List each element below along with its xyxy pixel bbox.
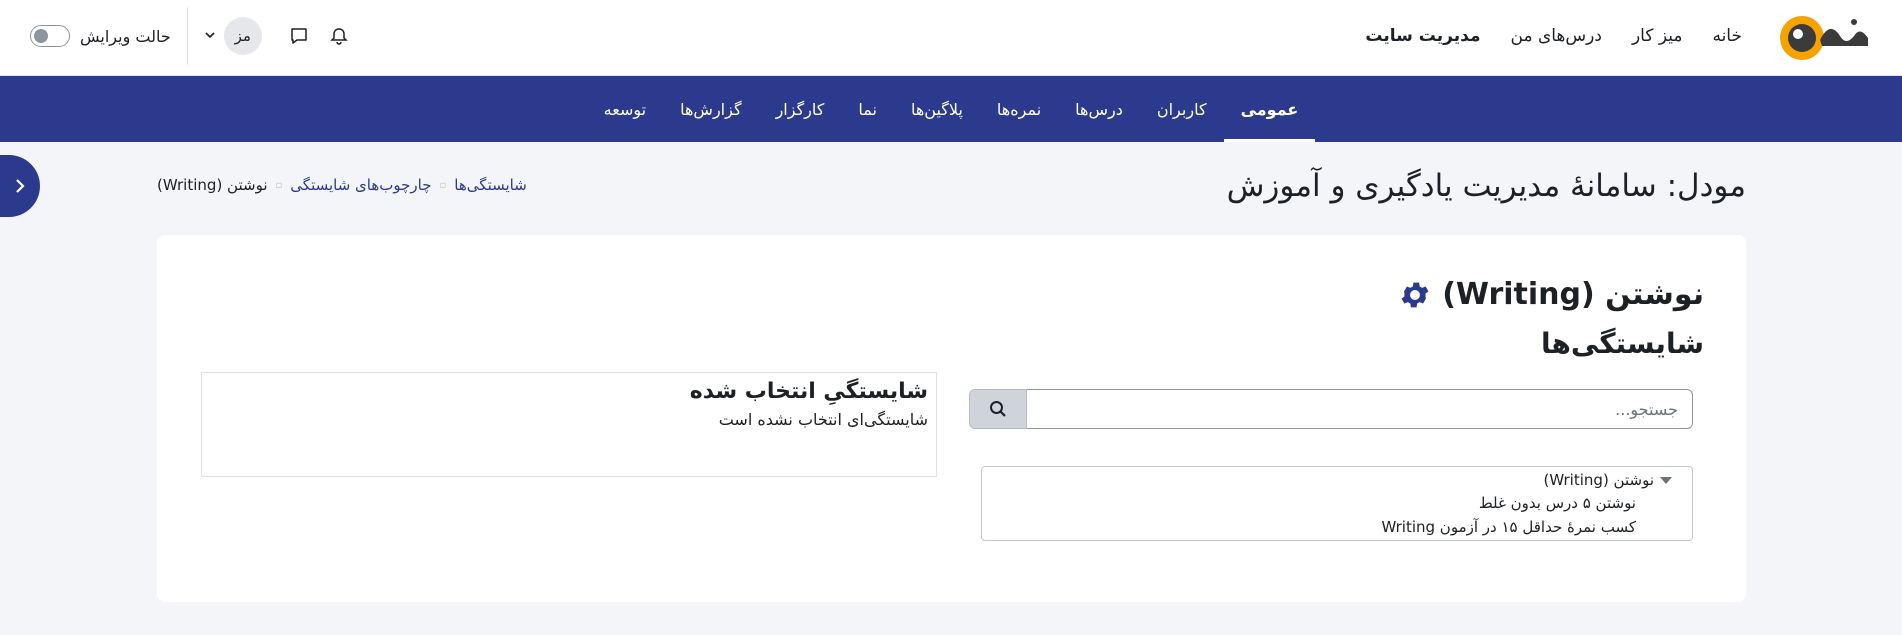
- search-group: [969, 389, 1693, 429]
- breadcrumb-competencies[interactable]: شایستگی‌ها: [454, 176, 527, 194]
- site-logo[interactable]: [1776, 10, 1874, 64]
- tab-plugins[interactable]: پلاگین‌ها: [894, 76, 980, 142]
- section-title: شایستگی‌ها: [1540, 327, 1704, 360]
- user-menu[interactable]: مز: [204, 17, 262, 55]
- breadcrumb-separator: ▫: [275, 179, 283, 191]
- chevron-right-icon: [16, 179, 25, 193]
- tab-development[interactable]: توسعه: [587, 76, 663, 142]
- caret-down-icon[interactable]: [1660, 476, 1672, 484]
- tab-server[interactable]: کارگزار: [759, 76, 842, 142]
- tree-root-label: نوشتن (Writing): [1543, 471, 1655, 489]
- avatar[interactable]: مز: [223, 17, 262, 55]
- tree-item[interactable]: کسب نمرهٔ حداقل ۱۵ در آزمون Writing: [982, 515, 1672, 539]
- nav-dashboard[interactable]: میز کار: [1632, 26, 1683, 46]
- top-navbar: خانه میز کار درس‌های من مدیریت سایت حالت…: [0, 0, 1902, 76]
- nav-home[interactable]: خانه: [1712, 26, 1742, 46]
- secondary-navigation: عمومی کاربران درس‌ها نمره‌ها پلاگین‌ها ن…: [0, 76, 1902, 142]
- chevron-down-icon: [204, 29, 216, 44]
- user-tools: حالت ویرایش مز: [30, 0, 350, 72]
- framework-title: نوشتن (Writing): [1442, 277, 1704, 312]
- primary-navigation: خانه میز کار درس‌های من مدیریت سایت: [1365, 0, 1742, 72]
- breadcrumb: شایستگی‌ها ▫ چارچوب‌های شایستگی ▫ نوشتن …: [157, 176, 527, 194]
- selected-competency-heading: شایستگیِ انتخاب شده: [689, 379, 928, 404]
- search-input[interactable]: [1027, 389, 1693, 429]
- edit-mode-switch[interactable]: [30, 25, 70, 47]
- drawer-toggle-button[interactable]: [0, 155, 40, 217]
- message-icon[interactable]: [288, 25, 310, 47]
- search-button[interactable]: [969, 389, 1027, 429]
- tab-grades[interactable]: نمره‌ها: [980, 76, 1058, 142]
- page-title: مودل: سامانهٔ مدیریت یادگیری و آموزش: [1226, 168, 1746, 204]
- tree-item[interactable]: نوشتن ۵ درس بدون غلط: [982, 491, 1672, 515]
- bell-icon[interactable]: [328, 25, 350, 47]
- breadcrumb-frameworks[interactable]: چارچوب‌های شایستگی: [290, 176, 431, 194]
- competency-tree: نوشتن (Writing) نوشتن ۵ درس بدون غلط کسب…: [981, 466, 1693, 541]
- tab-courses[interactable]: درس‌ها: [1058, 76, 1140, 142]
- framework-heading: نوشتن (Writing): [1398, 277, 1704, 312]
- tab-general[interactable]: عمومی: [1223, 76, 1316, 142]
- tree-item-label: کسب نمرهٔ حداقل ۱۵ در آزمون Writing: [1381, 518, 1636, 536]
- selected-competency-panel: شایستگیِ انتخاب شده شایستگی‌ای انتخاب نش…: [201, 372, 937, 477]
- tab-users[interactable]: کاربران: [1140, 76, 1224, 142]
- breadcrumb-separator: ▫: [439, 179, 447, 191]
- nav-site-admin[interactable]: مدیریت سایت: [1365, 26, 1480, 46]
- nav-my-courses[interactable]: درس‌های من: [1511, 26, 1602, 46]
- navbar-divider: [186, 7, 188, 65]
- selected-competency-empty-text: شایستگی‌ای انتخاب نشده است: [718, 410, 928, 429]
- tree-root-item[interactable]: نوشتن (Writing): [982, 469, 1672, 491]
- main-content-card: نوشتن (Writing) شایستگی‌ها نوشتن (Writin…: [157, 235, 1746, 602]
- search-icon: [990, 401, 1006, 417]
- tree-item-label: نوشتن ۵ درس بدون غلط: [1478, 494, 1636, 512]
- breadcrumb-current: نوشتن (Writing): [157, 176, 268, 194]
- edit-mode-label: حالت ویرایش: [80, 26, 171, 46]
- edit-mode-toggle[interactable]: حالت ویرایش: [30, 25, 171, 47]
- tab-reports[interactable]: گزارش‌ها: [663, 76, 758, 142]
- gear-icon[interactable]: [1398, 278, 1432, 312]
- tab-appearance[interactable]: نما: [841, 76, 894, 142]
